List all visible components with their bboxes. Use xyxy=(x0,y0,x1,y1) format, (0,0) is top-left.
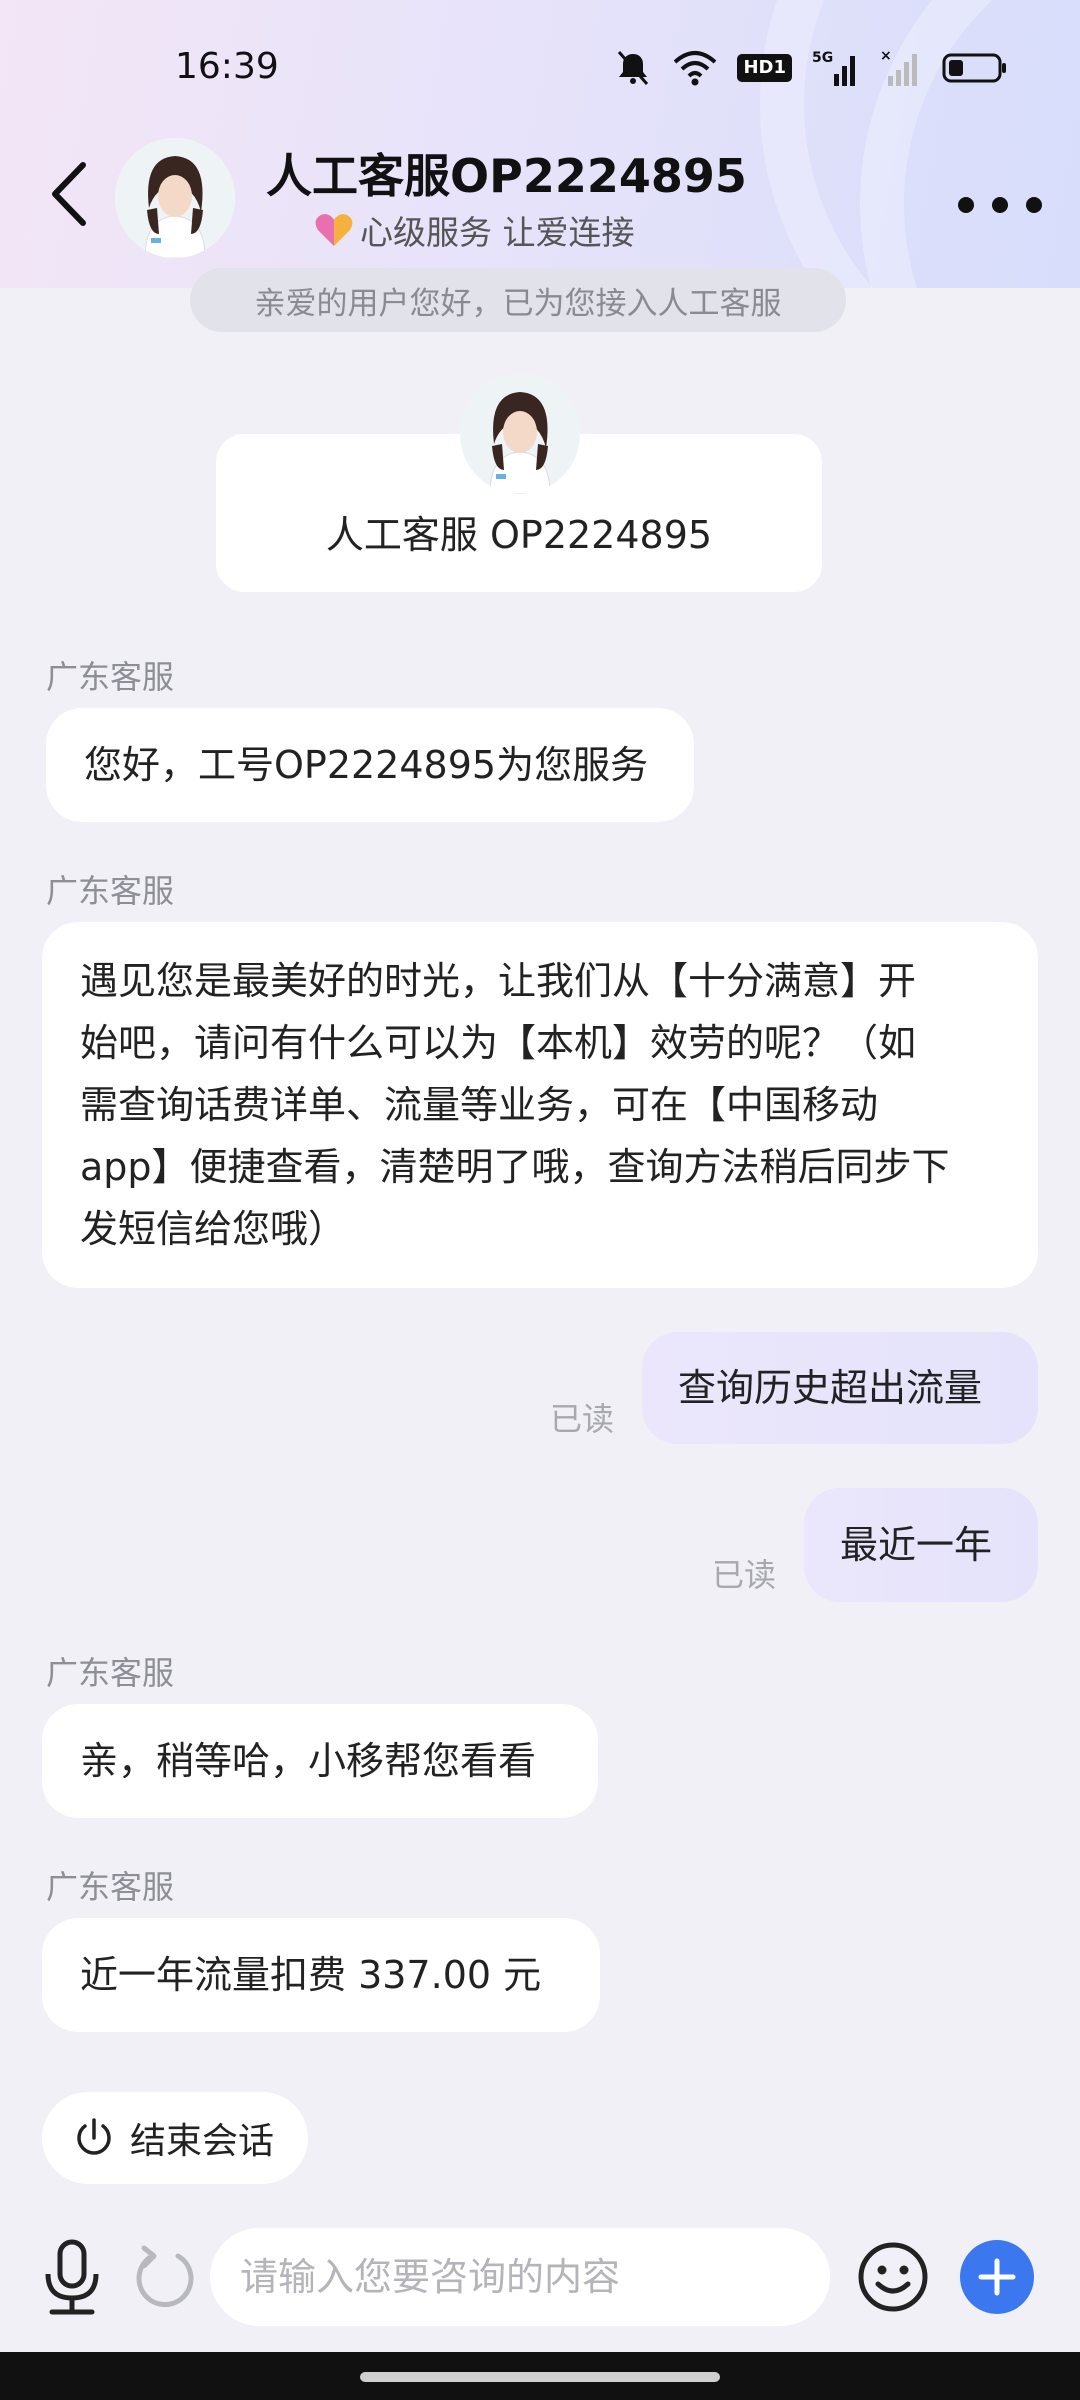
message-sender: 广东客服 xyxy=(46,872,175,910)
message-text: 您好，工号OP2224895为您服务 xyxy=(84,743,649,787)
status-bar: 16:39 HD1 5G × xyxy=(0,0,1080,130)
message-text: 近一年流量扣费 337.00 元 xyxy=(80,1953,542,1997)
mute-bell-icon xyxy=(618,51,649,85)
end-session-label: 结束会话 xyxy=(130,2121,275,2162)
agent-card-name: 人工客服 OP2224895 xyxy=(325,513,713,557)
message-text: 最近一年 xyxy=(840,1523,993,1567)
my-message[interactable]: 最近一年 xyxy=(804,1488,1038,1602)
message-text-line: 始吧，请问有什么可以为【本机】效劳的呢？（如 xyxy=(80,1021,917,1065)
agent-message[interactable]: 近一年流量扣费 337.00 元 xyxy=(42,1918,600,2032)
status-icons: HD1 5G × xyxy=(613,46,1008,90)
message-text: 亲，稍等哈，小移帮您看看 xyxy=(80,1739,537,1783)
refresh-icon[interactable] xyxy=(132,2244,198,2310)
status-time: 16:39 xyxy=(175,46,279,87)
message-sender: 广东客服 xyxy=(46,1868,175,1906)
plus-button[interactable] xyxy=(960,2240,1034,2314)
chat-header: 16:39 HD1 5G × 人工客服OP2224895 心级服务 让爱连接 xyxy=(0,0,1080,288)
message-text-line: app】便捷查看，清楚明了哦，查询方法稍后同步下 xyxy=(80,1145,950,1189)
heart-icon xyxy=(315,214,353,246)
back-arrow-icon xyxy=(52,162,86,226)
end-session-button[interactable]: 结束会话 xyxy=(42,2092,308,2184)
agent-message[interactable]: 您好，工号OP2224895为您服务 xyxy=(46,708,694,822)
message-sender: 广东客服 xyxy=(46,1654,175,1692)
signal-5g-icon: 5G xyxy=(812,50,855,86)
wifi-icon xyxy=(674,51,717,86)
avatar-image xyxy=(460,374,580,494)
read-status: 已读 xyxy=(550,1400,615,1438)
read-status: 已读 xyxy=(712,1556,777,1594)
agent-card-avatar xyxy=(460,374,580,494)
message-sender: 广东客服 xyxy=(46,658,175,696)
navigation-bar xyxy=(0,2352,1080,2400)
message-text: 查询历史超出流量 xyxy=(678,1366,983,1410)
chat-subtitle: 心级服务 让爱连接 xyxy=(360,213,635,252)
mic-icon[interactable] xyxy=(40,2238,104,2318)
my-message[interactable]: 查询历史超出流量 xyxy=(642,1332,1038,1444)
svg-text:×: × xyxy=(880,48,892,64)
avatar-image xyxy=(115,138,235,258)
message-text-line: 需查询话费详单、流量等业务，可在【中国移动 xyxy=(80,1083,879,1127)
agent-message[interactable]: 遇见您是最美好的时光，让我们从【十分满意】开 始吧，请问有什么可以为【本机】效劳… xyxy=(42,922,1038,1288)
message-input[interactable] xyxy=(210,2228,830,2326)
battery-icon xyxy=(942,53,1006,83)
signal-weak-icon: × xyxy=(880,48,917,86)
system-notice: 亲爱的用户您好，已为您接入人工客服 xyxy=(190,268,846,332)
more-icon[interactable] xyxy=(958,180,1042,230)
svg-text:5G: 5G xyxy=(812,50,833,66)
message-text-line: 遇见您是最美好的时光，让我们从【十分满意】开 xyxy=(80,959,917,1003)
message-text-line: 发短信给您哦） xyxy=(80,1207,347,1251)
home-indicator[interactable] xyxy=(360,2372,720,2382)
agent-message[interactable]: 亲，稍等哈，小移帮您看看 xyxy=(42,1704,598,1818)
chat-title: 人工客服OP2224895 xyxy=(266,149,747,203)
hd-badge: HD1 xyxy=(737,54,792,82)
back-button[interactable] xyxy=(42,156,96,232)
power-icon xyxy=(77,2118,111,2155)
emoji-icon[interactable] xyxy=(856,2240,930,2314)
plus-icon xyxy=(978,2258,1016,2296)
agent-avatar[interactable] xyxy=(115,138,235,258)
